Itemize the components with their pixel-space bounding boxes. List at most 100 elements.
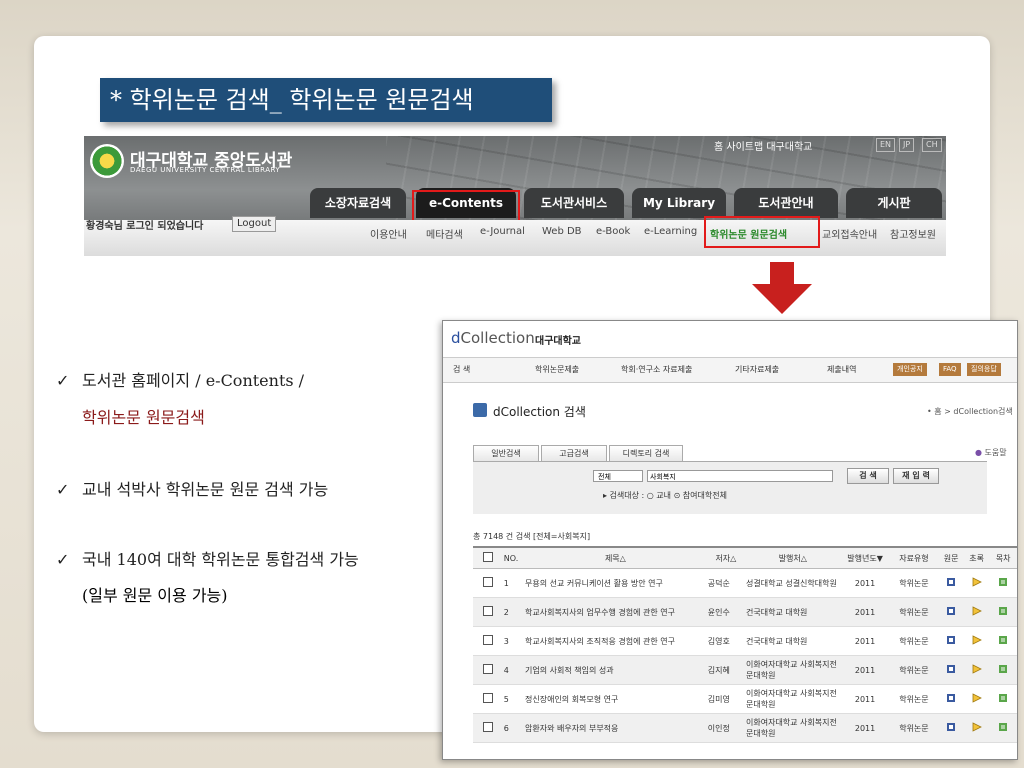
lang-jp[interactable]: JP [899, 138, 915, 152]
submenu-item[interactable]: 교외접속안내 [822, 226, 877, 241]
table-row[interactable]: 2 학교사회복지사의 업무수행 경험에 관한 연구 윤인수 건국대학교 대학원 2011… [473, 597, 1017, 627]
row-year: 2011 [840, 655, 890, 685]
table-row[interactable]: 5 정신장애인의 회복모형 연구 김미영 이화여자대학교 사회복지전문대학원 2011 학… [473, 684, 1017, 714]
row-year: 2011 [840, 713, 890, 743]
search-button[interactable]: 검 색 [847, 468, 889, 484]
login-message: 황경숙님 로그인 되었습니다 [86, 221, 204, 232]
row-checkbox[interactable] [473, 568, 503, 598]
search-target-radios[interactable]: ▸ 검색대상 : ○ 교내 ⊙ 참여대학전체 [603, 490, 727, 501]
abstract-icon[interactable] [963, 713, 990, 743]
row-publisher: 이화여자대학교 사회복지전문대학원 [745, 655, 841, 685]
tab-board[interactable]: 게시판 [846, 188, 942, 218]
dc-notice-button[interactable]: 개인공지 [893, 363, 927, 376]
dcollection-school: 대구대학교 [535, 336, 581, 347]
dc-menu-society-submit[interactable]: 학회·연구소 자료제출 [621, 364, 692, 375]
row-no: 5 [502, 684, 524, 714]
logout-button[interactable]: Logout [232, 216, 277, 232]
tab-library-info[interactable]: 도서관안내 [734, 188, 838, 218]
row-type: 학위논문 [889, 684, 939, 714]
row-publisher: 건국대학교 대학원 [745, 597, 841, 627]
abstract-icon[interactable] [963, 626, 990, 656]
col-check[interactable] [473, 546, 503, 569]
toc-icon[interactable] [989, 655, 1017, 685]
table-row[interactable]: 1 무용의 선교 커뮤니케이션 활용 방안 연구 공덕순 성결대학교 성결신학대학원 2… [473, 568, 1017, 598]
search-box: 전체 사회복지 검 색 재 입 력 ▸ 검색대상 : ○ 교내 ⊙ 참여대학전체 [473, 461, 987, 514]
library-logo-subtitle: DAEGU UNIVERSITY CENTRAL LIBRARY [130, 166, 281, 174]
dc-menu-submissions[interactable]: 제출내역 [827, 364, 856, 375]
lang-ch[interactable]: CH [922, 138, 942, 152]
row-type: 학위논문 [889, 626, 939, 656]
reset-button[interactable]: 재 입 력 [893, 468, 939, 484]
toc-icon[interactable] [989, 684, 1017, 714]
highlight-e-contents [412, 190, 520, 224]
toc-icon[interactable] [989, 597, 1017, 627]
row-no: 4 [502, 655, 524, 685]
row-no: 2 [502, 597, 524, 627]
search-section-icon [473, 403, 487, 417]
dc-faq-button[interactable]: FAQ [939, 363, 961, 376]
tab-directory-search[interactable]: 디렉토리 검색 [609, 445, 683, 462]
bullet-1-highlight: 학위논문 원문검색 [82, 408, 205, 427]
tab-holdings-search[interactable]: 소장자료검색 [310, 188, 406, 218]
top-links[interactable]: 홈 사이트맵 대구대학교 [714, 138, 812, 153]
toc-icon[interactable] [989, 568, 1017, 598]
submenu-item[interactable]: e-Journal [480, 226, 525, 237]
fulltext-icon[interactable] [938, 626, 964, 656]
tab-basic-search[interactable]: 일반검색 [473, 445, 539, 462]
field-select[interactable]: 전체 [593, 470, 643, 482]
col-abstract: 초록 [963, 546, 990, 569]
row-no: 6 [502, 713, 524, 743]
bullet-1: ✓ 도서관 홈페이지 / e-Contents / [56, 371, 305, 390]
submenu-item[interactable]: e-Book [596, 226, 630, 237]
col-author[interactable]: 저자△ [706, 546, 745, 569]
submenu-item[interactable]: 이용안내 [370, 226, 407, 241]
row-year: 2011 [840, 568, 890, 598]
col-publisher[interactable]: 발행처△ [745, 546, 841, 569]
row-title-link[interactable]: 학교사회복지사의 조직적응 경험에 관한 연구 [524, 626, 707, 656]
row-no: 1 [502, 568, 524, 598]
table-row[interactable]: 6 암환자와 배우자의 부부적응 이인정 이화여자대학교 사회복지전문대학원 2011 학… [473, 713, 1017, 743]
abstract-icon[interactable] [963, 597, 990, 627]
table-row[interactable]: 4 기업의 사회적 책임의 성과 김지혜 이화여자대학교 사회복지전문대학원 2011 학… [473, 655, 1017, 685]
lang-en[interactable]: EN [876, 138, 896, 152]
submenu-item[interactable]: Web DB [542, 226, 582, 237]
toc-icon[interactable] [989, 713, 1017, 743]
fulltext-icon[interactable] [938, 713, 964, 743]
search-input[interactable]: 사회복지 [647, 470, 833, 482]
row-year: 2011 [840, 597, 890, 627]
abstract-icon[interactable] [963, 655, 990, 685]
dc-menu-other-submit[interactable]: 기타자료제출 [735, 364, 779, 375]
fulltext-icon[interactable] [938, 568, 964, 598]
help-link[interactable]: ● 도움말 [975, 447, 1007, 458]
row-checkbox[interactable] [473, 713, 503, 743]
col-year[interactable]: 발행년도▼ [840, 546, 890, 569]
row-title-link[interactable]: 암환자와 배우자의 부부적응 [524, 713, 707, 743]
row-title-link[interactable]: 정신장애인의 회복모형 연구 [524, 684, 707, 714]
submenu-item[interactable]: e-Learning [644, 226, 697, 237]
dc-menu-search[interactable]: 검 색 [453, 364, 470, 375]
row-checkbox[interactable] [473, 655, 503, 685]
row-title-link[interactable]: 기업의 사회적 책임의 성과 [524, 655, 707, 685]
row-checkbox[interactable] [473, 597, 503, 627]
row-title-link[interactable]: 학교사회복지사의 업무수행 경험에 관한 연구 [524, 597, 707, 627]
fulltext-icon[interactable] [938, 655, 964, 685]
abstract-icon[interactable] [963, 568, 990, 598]
dc-qna-button[interactable]: 질의응답 [967, 363, 1001, 376]
dc-menu-thesis-submit[interactable]: 학위논문제출 [535, 364, 579, 375]
submenu-item[interactable]: 참고정보원 [890, 226, 936, 241]
row-title-link[interactable]: 무용의 선교 커뮤니케이션 활용 방안 연구 [524, 568, 707, 598]
tab-library-services[interactable]: 도서관서비스 [524, 188, 624, 218]
toc-icon[interactable] [989, 626, 1017, 656]
abstract-icon[interactable] [963, 684, 990, 714]
submenu-item[interactable]: 메타검색 [426, 226, 463, 241]
fulltext-icon[interactable] [938, 597, 964, 627]
table-row[interactable]: 3 학교사회복지사의 조직적응 경험에 관한 연구 김영호 건국대학교 대학원 2011… [473, 626, 1017, 656]
row-author: 김영호 [706, 626, 745, 656]
fulltext-icon[interactable] [938, 684, 964, 714]
tab-advanced-search[interactable]: 고급검색 [541, 445, 607, 462]
col-fulltext: 원문 [938, 546, 964, 569]
col-title[interactable]: 제목△ [524, 546, 707, 569]
tab-my-library[interactable]: My Library [632, 188, 726, 218]
row-checkbox[interactable] [473, 626, 503, 656]
row-checkbox[interactable] [473, 684, 503, 714]
